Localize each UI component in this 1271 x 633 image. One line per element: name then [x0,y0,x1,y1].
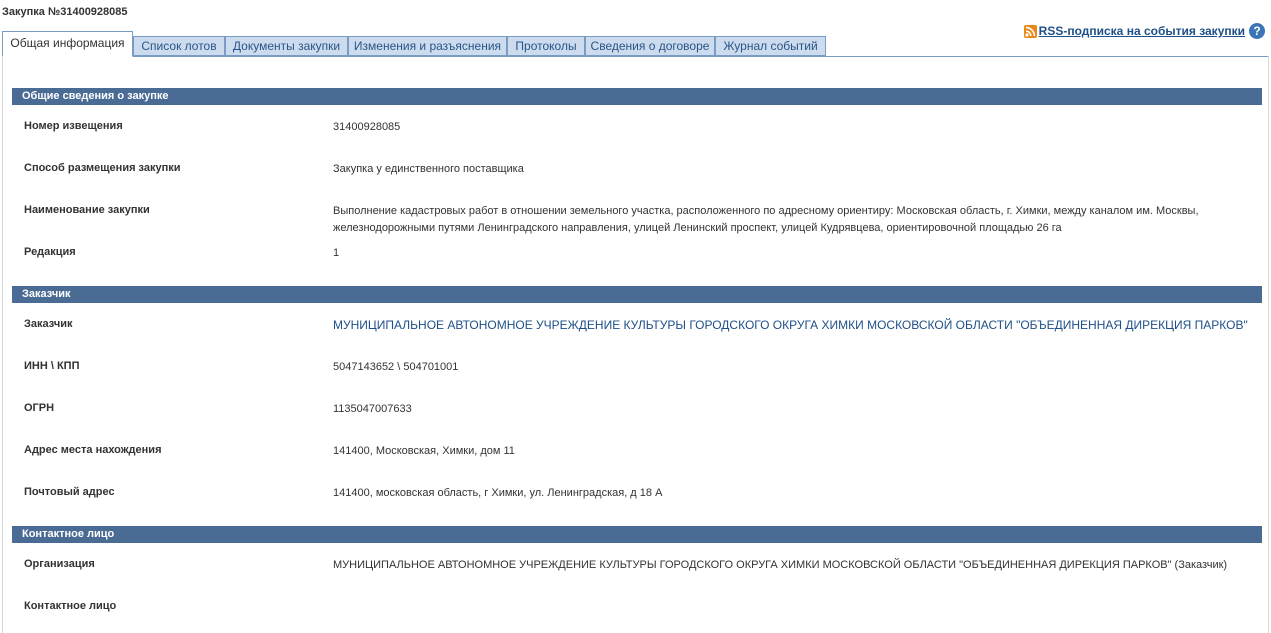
customer-link[interactable]: МУНИЦИПАЛЬНОЕ АВТОНОМНОЕ УЧРЕЖДЕНИЕ КУЛЬ… [333,317,1253,334]
value-postal-address: 141400, московская область, г Химки, ул.… [333,487,663,499]
tab-contract[interactable]: Сведения о договоре [585,36,715,56]
label-contact-person: Контактное лицо [24,600,117,612]
label-notice-number: Номер извещения [24,120,123,132]
label-customer: Заказчик [24,318,73,330]
tab-documents[interactable]: Документы закупки [225,36,348,56]
rss-subscription-link[interactable]: RSS-подписка на события закупки [1039,24,1245,38]
value-inn-kpp: 5047143652 \ 504701001 [333,361,459,373]
tab-general-info[interactable]: Общая информация [2,31,133,57]
value-procurement-method: Закупка у единственного поставщика [333,163,524,175]
label-inn-kpp: ИНН \ КПП [24,360,80,372]
label-procurement-name: Наименование закупки [24,204,150,216]
value-notice-number: 31400928085 [333,121,401,133]
section-header-general: Общие сведения о закупке [12,88,1262,105]
label-ogrn: ОГРН [24,402,55,414]
tab-event-log[interactable]: Журнал событий [715,36,826,56]
page-title: Закупка №31400928085 [2,6,128,18]
rss-subscription: RSS-подписка на события закупки ? [1023,21,1265,41]
rss-icon[interactable] [1023,24,1037,38]
label-location-address: Адрес места нахождения [24,444,162,456]
content-frame-left [2,56,3,633]
content-frame-right [1268,56,1269,633]
value-location-address: 141400, Московская, Химки, дом 11 [333,445,515,457]
tab-changes[interactable]: Изменения и разъяснения [348,36,507,56]
tab-protocols[interactable]: Протоколы [507,36,585,56]
label-postal-address: Почтовый адрес [24,486,115,498]
value-organization: МУНИЦИПАЛЬНОЕ АВТОНОМНОЕ УЧРЕЖДЕНИЕ КУЛЬ… [333,559,1228,571]
value-procurement-name: Выполнение кадастровых работ в отношении… [333,205,1199,234]
section-header-contact: Контактное лицо [12,526,1262,543]
value-ogrn: 1135047007633 [333,403,412,415]
help-icon[interactable]: ? [1249,23,1265,39]
label-organization: Организация [24,558,95,570]
value-revision: 1 [333,247,340,259]
label-revision: Редакция [24,246,76,258]
label-procurement-method: Способ размещения закупки [24,162,181,174]
section-header-customer: Заказчик [12,286,1262,303]
tab-divider [2,56,1269,57]
tab-lots[interactable]: Список лотов [133,36,225,56]
